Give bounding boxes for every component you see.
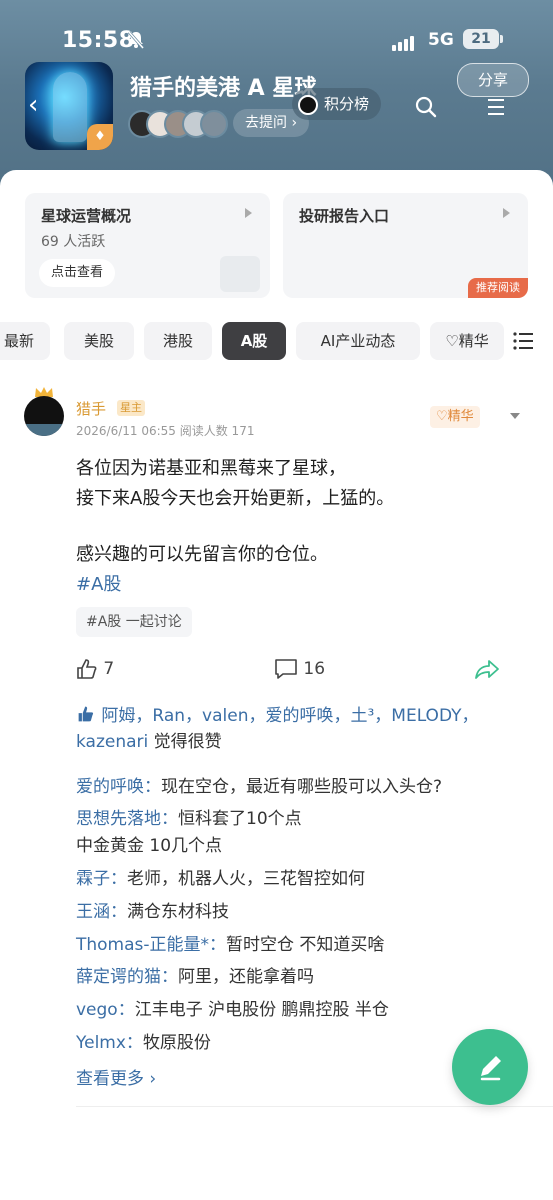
- comment-item[interactable]: vego：江丰电子 沪电股份 鹏鼎控股 半仓: [76, 995, 389, 1020]
- more-options-icon[interactable]: [510, 413, 520, 419]
- post-hashtag[interactable]: #A股: [76, 570, 121, 596]
- chart-decoration-icon: [220, 256, 260, 292]
- comment-text: 阿里，还能拿着吗: [178, 967, 314, 987]
- leaderboard-label: 积分榜: [324, 95, 370, 113]
- post-meta: 2026/6/11 06:55 阅读人数 171: [76, 424, 255, 438]
- tab-hk-stocks[interactable]: 港股: [144, 322, 212, 360]
- comment-text: 江丰电子 沪电股份 鹏鼎控股 半仓: [134, 1000, 389, 1020]
- network-type: 5G: [428, 30, 454, 50]
- comment-text: 老师，机器人火，三花智控如何: [127, 869, 365, 889]
- search-icon[interactable]: [414, 95, 438, 119]
- see-more-link[interactable]: 查看更多 ›: [76, 1064, 156, 1089]
- view-button[interactable]: 点击查看: [39, 259, 116, 287]
- comment-user[interactable]: 霖子：: [76, 869, 127, 889]
- operations-card[interactable]: 星球运营概况 69 人活跃 点击查看: [25, 193, 270, 298]
- comment-item[interactable]: Yelmx：牧原股份: [76, 1028, 211, 1053]
- author-name[interactable]: 猎手: [76, 398, 106, 419]
- divider: [76, 1106, 553, 1107]
- comment-text: 暂时空仓 不知道买啥: [226, 935, 385, 955]
- comment-text: 中金黄金 10几个点: [76, 836, 223, 856]
- comment-user[interactable]: 薛定谔的猫：: [76, 967, 178, 987]
- likers-names[interactable]: 阿姆，Ran，valen，爱的呼唤，土³，MELODY，kazenari: [76, 706, 479, 752]
- comment-text: 牧原股份: [142, 1033, 211, 1053]
- card-title: 星球运营概况: [41, 207, 132, 225]
- leaderboard-button[interactable]: 积分榜: [292, 88, 382, 120]
- comment-item[interactable]: 霖子：老师，机器人火，三花智控如何: [76, 864, 365, 889]
- tab-latest[interactable]: 最新: [0, 322, 50, 360]
- post-text-line: 感兴趣的可以先留言你的仓位。: [76, 544, 328, 565]
- comment-item[interactable]: 爱的呼唤：现在空仓，最近有哪些股可以入头仓?: [76, 772, 442, 797]
- comment-item[interactable]: Thomas-正能量*：暂时空仓 不知道买啥: [76, 930, 384, 955]
- share-arrow-icon: [475, 660, 499, 679]
- chevron-right-icon: [503, 208, 510, 218]
- comment-button[interactable]: 16: [274, 658, 325, 684]
- featured-badge: ♡精华: [430, 406, 480, 428]
- topic-chip[interactable]: #A股 一起讨论: [76, 607, 192, 637]
- avatar: [298, 94, 318, 115]
- diamond-icon: ♦: [87, 124, 113, 150]
- compose-button[interactable]: [452, 1029, 528, 1105]
- comment-item[interactable]: 王涵：满仓东材科技: [76, 897, 229, 922]
- list-menu-icon[interactable]: [513, 332, 533, 350]
- comment-user[interactable]: Yelmx：: [76, 1033, 143, 1053]
- comment-user[interactable]: 爱的呼唤：: [76, 777, 161, 797]
- owner-badge: 星主: [117, 400, 145, 416]
- active-count: 69 人活跃: [41, 234, 106, 250]
- comment-item[interactable]: 薛定谔的猫：阿里，还能拿着吗: [76, 962, 314, 987]
- tab-ai-industry[interactable]: AI产业动态: [296, 322, 420, 360]
- comment-count: 16: [303, 659, 326, 679]
- comment-text: 满仓东材科技: [127, 902, 229, 922]
- comment-icon: [275, 659, 297, 679]
- mute-bell-icon: [127, 31, 145, 49]
- tab-us-stocks[interactable]: 美股: [64, 322, 134, 360]
- group-title: 猎手的美港 A 星球: [130, 76, 317, 101]
- comment-text: 恒科套了10个点: [178, 809, 302, 829]
- comment-item[interactable]: 思想先落地：恒科套了10个点: [76, 804, 302, 829]
- status-time: 15:58: [62, 28, 135, 53]
- thumbs-up-icon: [77, 659, 97, 679]
- like-button[interactable]: 7: [76, 658, 114, 684]
- comment-text: 现在空仓，最近有哪些股可以入头仓?: [161, 777, 443, 797]
- post-text-line: 接下来A股今天也会开始更新，上猛的。: [76, 488, 395, 509]
- cell-signal-icon: [392, 32, 416, 51]
- share-button[interactable]: 分享: [457, 63, 529, 97]
- comment-user[interactable]: vego：: [76, 1000, 135, 1020]
- back-icon[interactable]: ‹: [28, 92, 44, 118]
- card-title: 投研报告入口: [299, 207, 390, 225]
- menu-icon[interactable]: [486, 98, 506, 116]
- tab-a-shares[interactable]: A股: [222, 322, 286, 360]
- comment-user[interactable]: 王涵：: [76, 902, 127, 922]
- battery-icon: 21: [463, 29, 503, 49]
- likers-list: 阿姆，Ran，valen，爱的呼唤，土³，MELODY，kazenari 觉得很…: [76, 703, 496, 755]
- thumbs-up-filled-icon: [78, 706, 94, 722]
- research-report-card[interactable]: 投研报告入口 推荐阅读: [283, 193, 528, 298]
- comment-user[interactable]: 思想先落地：: [76, 809, 178, 829]
- likers-suffix: 觉得很赞: [148, 732, 222, 752]
- status-bar: 15:58 5G 21: [0, 26, 553, 56]
- tab-featured[interactable]: ♡精华: [430, 322, 504, 360]
- comment-item[interactable]: 中金黄金 10几个点: [76, 831, 222, 856]
- chevron-right-icon: [245, 208, 252, 218]
- like-count: 7: [103, 659, 115, 679]
- recommend-tag: 推荐阅读: [468, 278, 528, 298]
- share-post-button[interactable]: [474, 658, 500, 684]
- category-tabs: 最新 美股 港股 A股 AI产业动态 ♡精华: [0, 322, 553, 360]
- pencil-icon: [480, 1056, 501, 1081]
- post-text-line: 各位因为诺基亚和黑莓来了星球，: [76, 458, 346, 479]
- author-avatar[interactable]: [24, 396, 64, 436]
- comment-user[interactable]: Thomas-正能量*：: [76, 935, 226, 955]
